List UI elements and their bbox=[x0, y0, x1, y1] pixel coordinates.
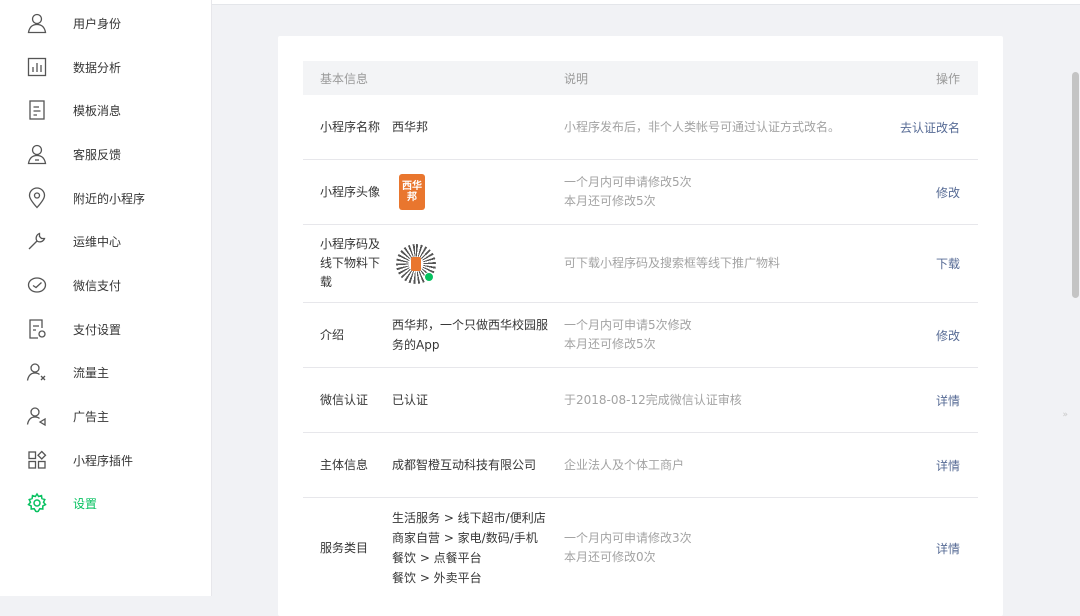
side-arrow-icon: » bbox=[1062, 410, 1068, 420]
row-label: 小程序头像 bbox=[320, 184, 381, 199]
sidebar-item-label: 用户身份 bbox=[73, 16, 122, 31]
sidebar-item-settings[interactable]: 设置 bbox=[0, 483, 211, 523]
sidebar-item-label: 运维中心 bbox=[73, 234, 122, 249]
modify-avatar-link[interactable]: 修改 bbox=[936, 160, 960, 224]
table-header: 基本信息 说明 操作 bbox=[303, 61, 978, 95]
desc-line: 一个月内可申请5次修改 bbox=[564, 318, 692, 332]
sidebar-item-label: 附近的小程序 bbox=[73, 191, 146, 206]
settings-card: 基本信息 说明 操作 小程序名称 西华邦 小程序发布后，非个人类帐号可通过认证方… bbox=[278, 36, 1003, 616]
bar-chart-icon bbox=[26, 56, 48, 78]
avatar: 西华邦 bbox=[399, 174, 425, 210]
row-label: 微信认证 bbox=[320, 392, 369, 407]
category-details-link[interactable]: 详情 bbox=[936, 498, 960, 598]
gear-icon bbox=[26, 492, 48, 514]
category-line: 餐饮 > 点餐平台 bbox=[392, 551, 482, 565]
sidebar-item-label: 客服反馈 bbox=[73, 147, 122, 162]
table-row: 微信认证 已认证 于2018-08-12完成微信认证审核 详情 bbox=[303, 368, 978, 433]
sidebar-item-customer-feedback[interactable]: 客服反馈 bbox=[0, 134, 211, 174]
table-row: 小程序码及线下物料下载 可下载小程序码及搜索框等线下推广物料 下载 bbox=[303, 225, 978, 303]
row-label: 小程序名称 bbox=[320, 119, 381, 134]
table-row: 介绍 西华邦，一个只做西华校园服务的App 一个月内可申请5次修改 本月还可修改… bbox=[303, 303, 978, 368]
user-icon bbox=[26, 12, 48, 34]
verify-rename-link[interactable]: 去认证改名 bbox=[900, 95, 960, 159]
category-line: 餐饮 > 外卖平台 bbox=[392, 571, 482, 585]
header-operation: 操作 bbox=[935, 72, 960, 86]
sidebar-item-ops-center[interactable]: 运维中心 bbox=[0, 221, 211, 261]
row-value: 成都智橙互动科技有限公司 bbox=[392, 458, 537, 472]
entity-details-link[interactable]: 详情 bbox=[936, 433, 960, 497]
row-label: 小程序码及线下物料下载 bbox=[320, 237, 381, 289]
row-label: 服务类目 bbox=[320, 540, 369, 555]
modify-intro-link[interactable]: 修改 bbox=[936, 303, 960, 367]
table-row: 主体信息 成都智橙互动科技有限公司 企业法人及个体工商户 详情 bbox=[303, 433, 978, 498]
payment-settings-icon bbox=[26, 318, 48, 340]
row-description: 一个月内可申请5次修改 本月还可修改5次 bbox=[564, 303, 894, 367]
sidebar-item-template-message[interactable]: 模板消息 bbox=[0, 90, 211, 130]
desc-line: 一个月内可申请修改5次 bbox=[564, 175, 692, 189]
table-row: 小程序名称 西华邦 小程序发布后，非个人类帐号可通过认证方式改名。 去认证改名 bbox=[303, 95, 978, 160]
row-label: 主体信息 bbox=[320, 457, 369, 472]
location-pin-icon bbox=[26, 187, 48, 209]
traffic-owner-icon bbox=[26, 361, 48, 383]
desc-line: 一个月内可申请修改3次 bbox=[564, 531, 692, 545]
sidebar-item-advertiser[interactable]: 广告主 bbox=[0, 396, 211, 436]
sidebar-item-label: 流量主 bbox=[73, 365, 110, 380]
avatar-logo-text: 西华邦 bbox=[402, 181, 422, 203]
table-row: 小程序头像 西华邦 一个月内可申请修改5次 本月还可修改5次 修改 bbox=[303, 160, 978, 225]
sidebar-item-label: 设置 bbox=[73, 496, 98, 511]
document-icon bbox=[26, 99, 48, 121]
row-description: 企业法人及个体工商户 bbox=[564, 457, 685, 472]
sidebar-item-user-identity[interactable]: 用户身份 bbox=[0, 3, 211, 43]
sidebar-item-payment-settings[interactable]: 支付设置 bbox=[0, 309, 211, 349]
row-value: 已认证 bbox=[392, 393, 429, 407]
avatar-cell: 西华邦 bbox=[399, 160, 559, 224]
table-row: 服务类目 生活服务 > 线下超市/便利店 商家自营 > 家电/数码/手机 餐饮 … bbox=[303, 498, 978, 598]
desc-line: 本月还可修改0次 bbox=[564, 550, 656, 564]
row-value: 西华邦，一个只做西华校园服务的App bbox=[392, 318, 549, 352]
sidebar-item-label: 小程序插件 bbox=[73, 453, 134, 468]
row-description: 一个月内可申请修改5次 本月还可修改5次 bbox=[564, 160, 894, 224]
row-description: 一个月内可申请修改3次 本月还可修改0次 bbox=[564, 498, 894, 598]
sidebar-item-label: 模板消息 bbox=[73, 103, 122, 118]
row-description: 于2018-08-12完成微信认证审核 bbox=[564, 392, 742, 407]
sidebar-item-label: 数据分析 bbox=[73, 60, 122, 75]
qr-center-logo bbox=[411, 256, 421, 271]
qr-cell bbox=[396, 225, 556, 302]
sidebar-item-label: 微信支付 bbox=[73, 278, 122, 293]
sidebar-item-label: 广告主 bbox=[73, 409, 110, 424]
desc-line: 本月还可修改5次 bbox=[564, 194, 656, 208]
verification-details-link[interactable]: 详情 bbox=[936, 368, 960, 432]
download-link[interactable]: 下载 bbox=[936, 225, 960, 302]
row-value: 西华邦 bbox=[392, 120, 429, 134]
sidebar-item-label: 支付设置 bbox=[73, 322, 122, 337]
qr-code-icon bbox=[396, 243, 436, 284]
sidebar-item-wechat-pay[interactable]: 微信支付 bbox=[0, 265, 211, 305]
sidebar-item-data-analysis[interactable]: 数据分析 bbox=[0, 47, 211, 87]
qr-verified-dot bbox=[424, 271, 434, 282]
sidebar-item-nearby-miniprogram[interactable]: 附近的小程序 bbox=[0, 178, 211, 218]
wrench-icon bbox=[26, 230, 48, 252]
row-value: 生活服务 > 线下超市/便利店 商家自营 > 家电/数码/手机 餐饮 > 点餐平… bbox=[392, 498, 552, 598]
wechat-pay-icon bbox=[26, 274, 48, 296]
category-line: 生活服务 > 线下超市/便利店 bbox=[392, 511, 546, 525]
row-label: 介绍 bbox=[320, 327, 345, 342]
row-description: 可下载小程序码及搜索框等线下推广物料 bbox=[564, 256, 781, 270]
customer-service-icon bbox=[26, 143, 48, 165]
sidebar-item-traffic-owner[interactable]: 流量主 bbox=[0, 352, 211, 392]
header-basic-info: 基本信息 bbox=[320, 72, 369, 86]
top-divider bbox=[212, 0, 1080, 5]
header-description: 说明 bbox=[564, 72, 589, 86]
category-line: 商家自营 > 家电/数码/手机 bbox=[392, 531, 538, 545]
desc-line: 本月还可修改5次 bbox=[564, 337, 656, 351]
advertiser-icon bbox=[26, 405, 48, 427]
plugin-icon bbox=[26, 449, 48, 471]
sidebar-item-plugin[interactable]: 小程序插件 bbox=[0, 440, 211, 480]
vertical-scrollbar[interactable] bbox=[1072, 72, 1079, 298]
sidebar: 用户身份 数据分析 模板消息 客服反馈 附近的小程序 运维中心 微信支付 支付设… bbox=[0, 0, 212, 596]
row-description: 小程序发布后，非个人类帐号可通过认证方式改名。 bbox=[564, 119, 841, 134]
